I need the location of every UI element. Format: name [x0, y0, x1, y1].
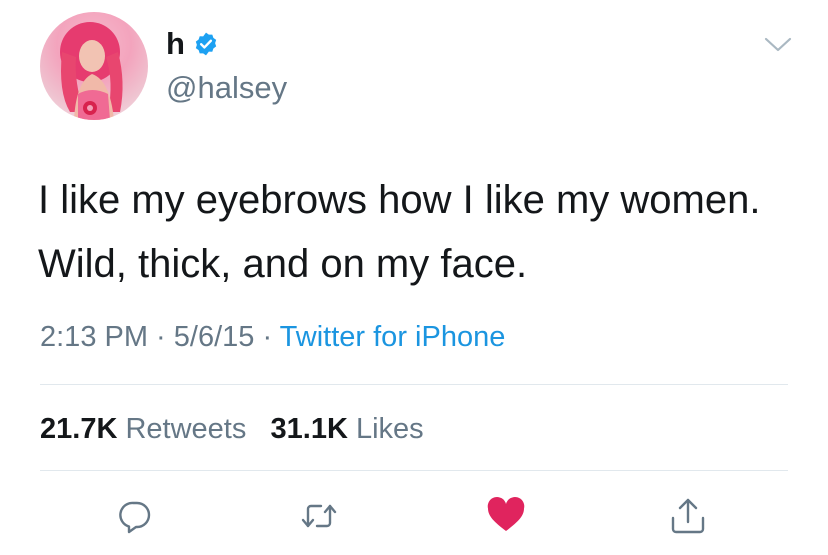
tweet-date[interactable]: 5/6/15	[174, 321, 255, 353]
heart-icon	[487, 496, 525, 531]
like-button[interactable]	[486, 496, 526, 536]
retweets-stat[interactable]: 21.7K Retweets	[40, 413, 246, 445]
user-display-name-row[interactable]: h	[166, 26, 219, 62]
tweet-time[interactable]: 2:13 PM	[40, 321, 148, 353]
tweet-text: I like my eyebrows how I like my women. …	[38, 178, 761, 286]
retweets-count: 21.7K	[40, 413, 118, 445]
share-icon	[671, 498, 705, 534]
display-name[interactable]: h	[166, 26, 185, 62]
retweets-label: Retweets	[125, 413, 247, 445]
divider	[40, 470, 788, 471]
verified-badge-icon	[193, 31, 219, 57]
meta-separator: ·	[254, 321, 280, 353]
tweet-meta: 2:13 PM · 5/6/15 · Twitter for iPhone	[40, 318, 505, 356]
tweet-source-link[interactable]: Twitter for iPhone	[280, 321, 506, 353]
chevron-down-icon[interactable]	[762, 34, 794, 56]
share-button[interactable]	[668, 496, 708, 536]
user-handle[interactable]: @halsey	[166, 70, 287, 106]
tweet-stats: 21.7K Retweets 31.1K Likes	[40, 410, 424, 448]
reply-icon	[119, 501, 151, 534]
likes-stat[interactable]: 31.1K Likes	[271, 413, 424, 445]
divider	[40, 384, 788, 385]
likes-label: Likes	[355, 413, 424, 445]
retweet-button[interactable]	[299, 496, 339, 536]
reply-button[interactable]	[115, 496, 155, 536]
avatar-image	[60, 22, 123, 120]
retweet-icon	[301, 504, 337, 528]
meta-separator: ·	[148, 321, 174, 353]
profile-avatar[interactable]	[40, 12, 148, 120]
likes-count: 31.1K	[270, 413, 348, 445]
